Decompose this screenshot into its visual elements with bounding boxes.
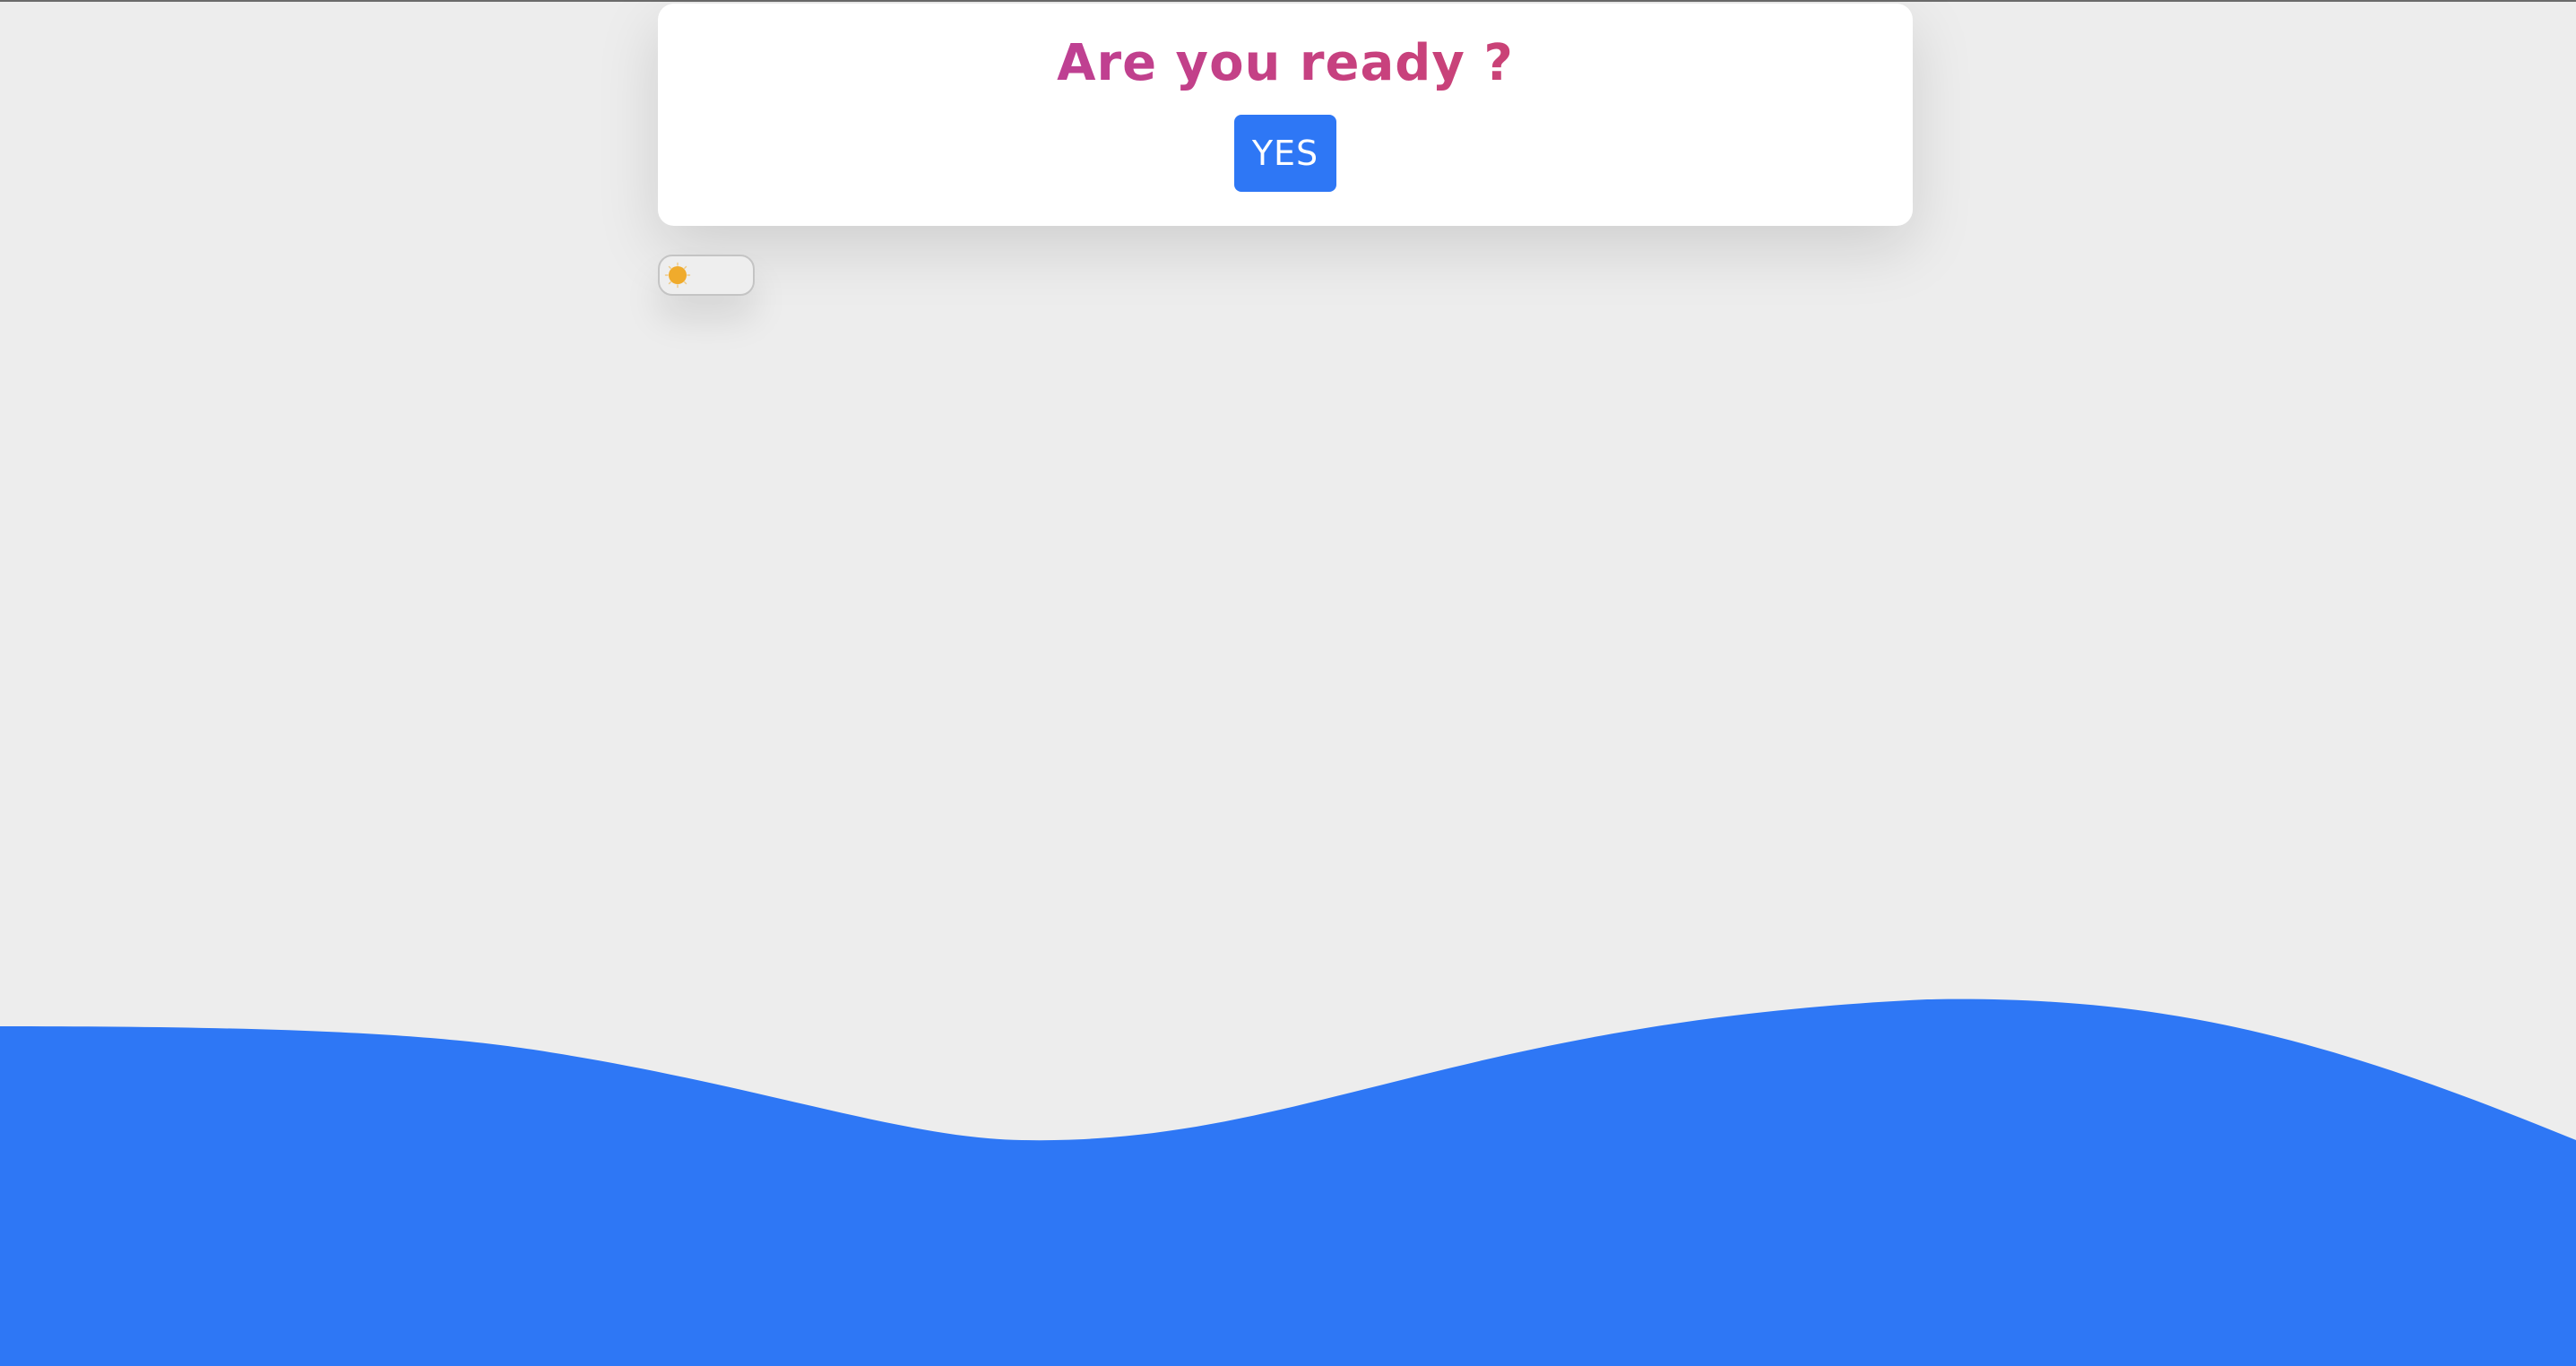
prompt-title: Are you ready ? [658, 32, 1913, 95]
prompt-card: Are you ready ? YES [658, 4, 1913, 226]
background-wave [0, 999, 2576, 1366]
top-border [0, 0, 2576, 2]
theme-toggle[interactable] [658, 255, 755, 296]
yes-button[interactable]: YES [1234, 115, 1336, 192]
sun-icon [664, 262, 691, 289]
